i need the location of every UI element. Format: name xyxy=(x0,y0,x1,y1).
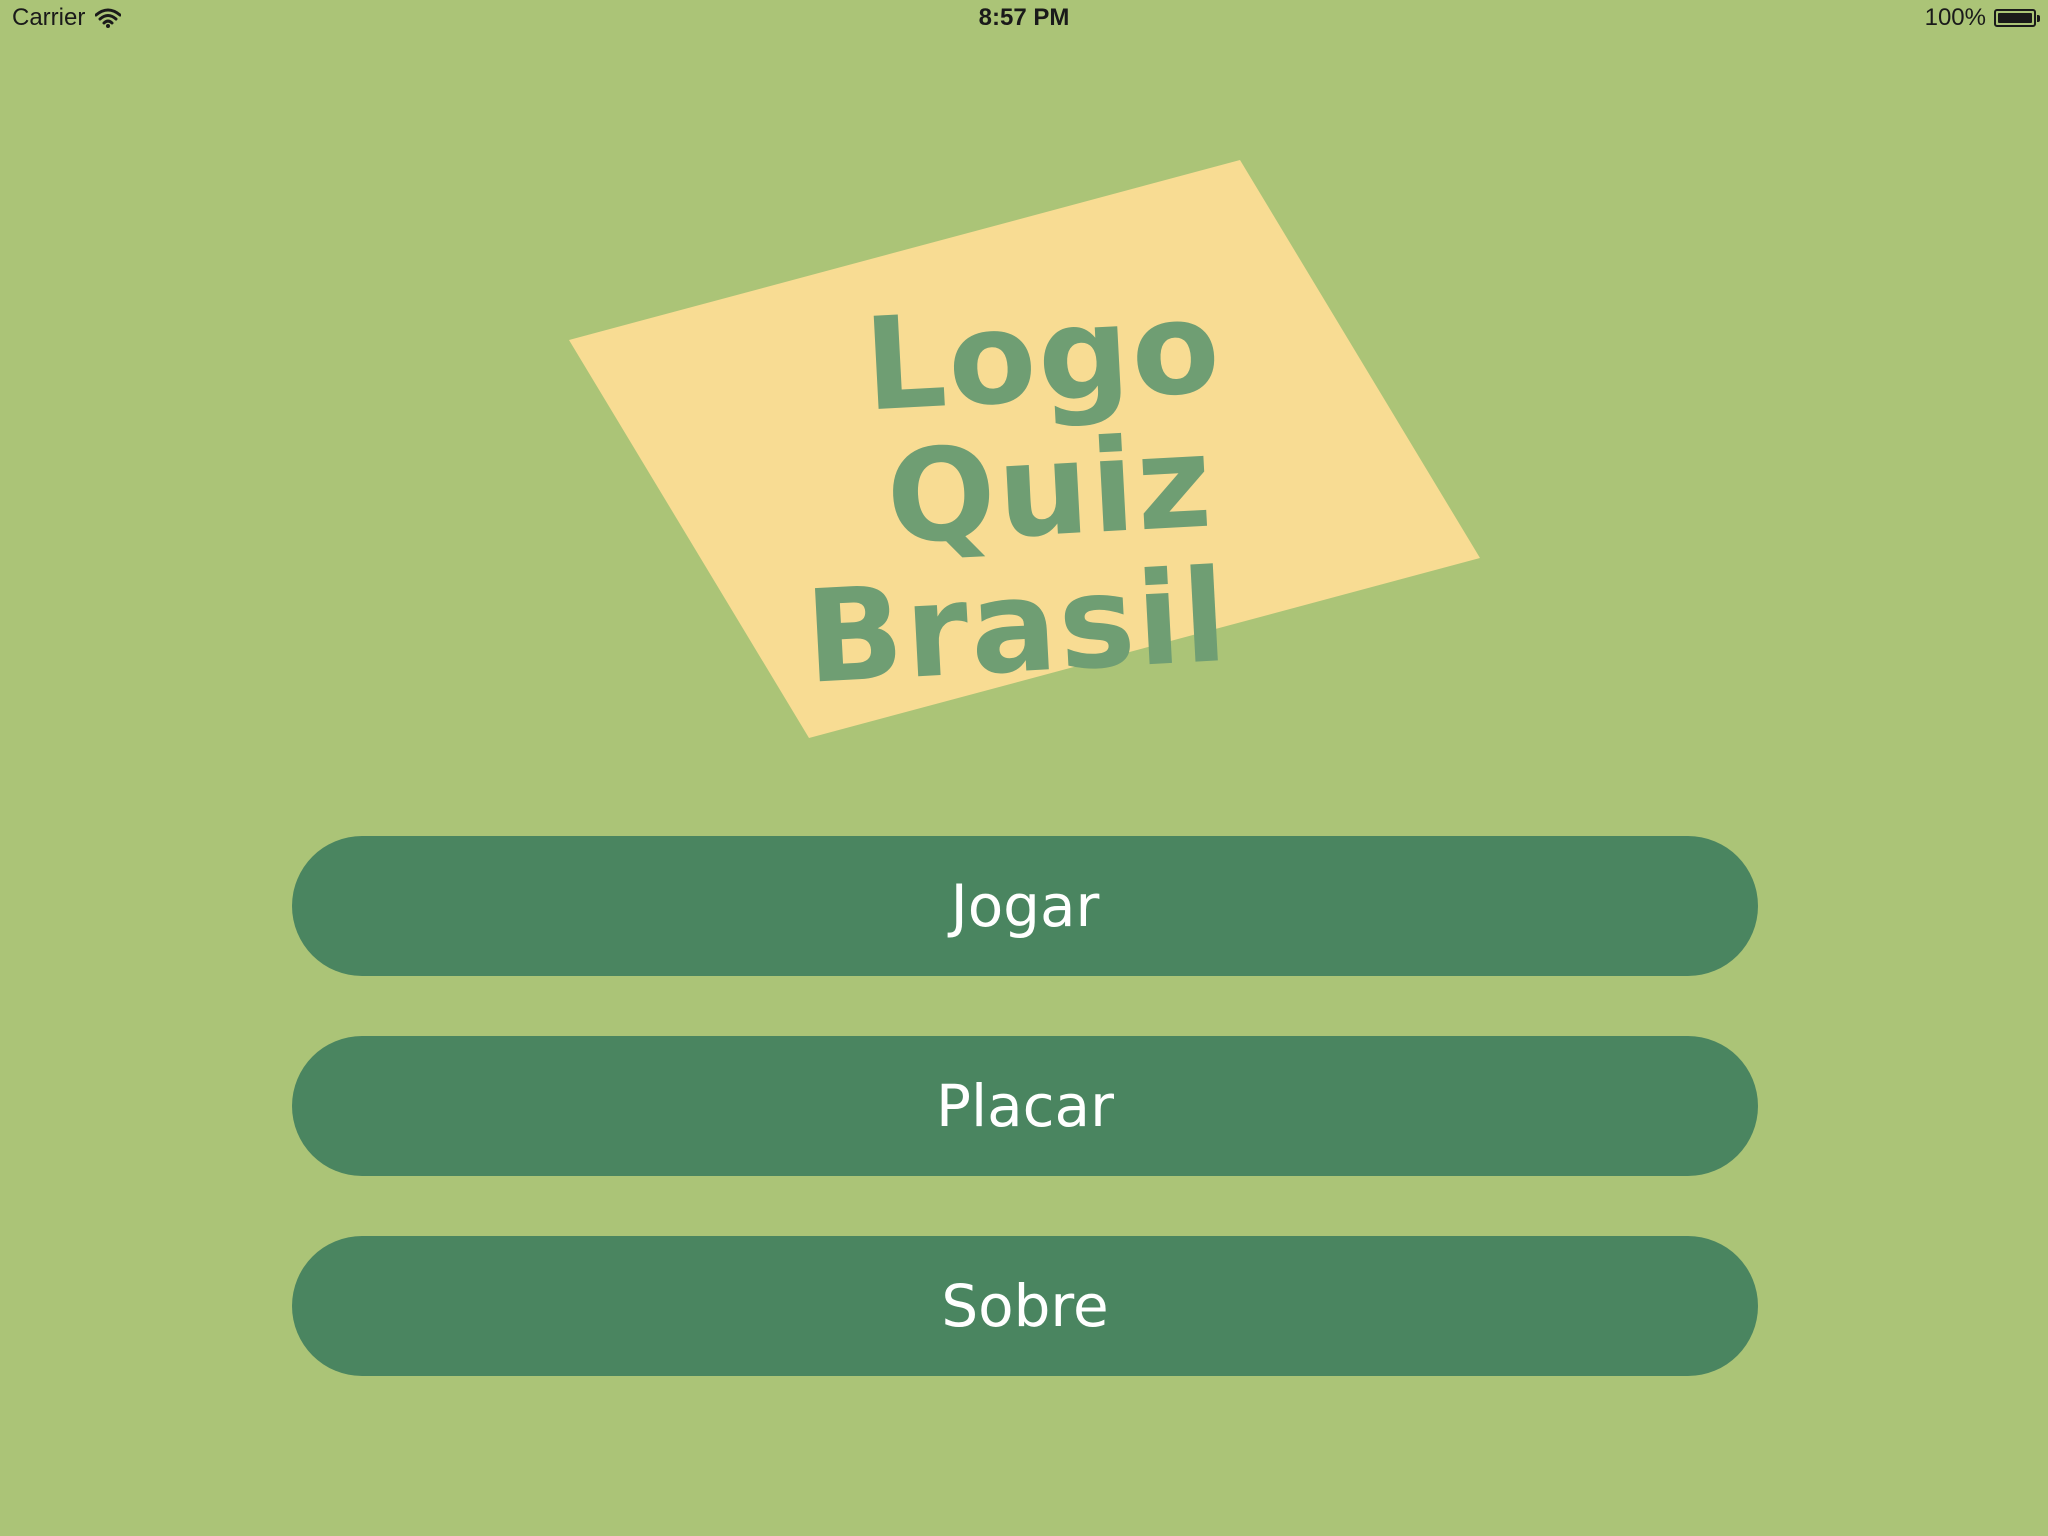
battery-icon xyxy=(1994,9,2040,27)
status-bar: Carrier 8:57 PM 100% xyxy=(0,0,2048,40)
about-button[interactable]: Sobre xyxy=(292,1236,1758,1376)
logo-title: Logo Quiz Brasil xyxy=(730,272,1370,713)
status-time: 8:57 PM xyxy=(978,4,1070,31)
logo-title-line1: Logo Quiz xyxy=(860,272,1226,574)
battery-percent: 100% xyxy=(1924,4,1986,31)
logo: Logo Quiz Brasil xyxy=(0,0,2048,800)
battery-fill xyxy=(1998,13,2032,23)
logo-card-shape xyxy=(569,160,1480,738)
logo-title-line2: Brasil xyxy=(801,541,1233,713)
scoreboard-button[interactable]: Placar xyxy=(292,1036,1758,1176)
status-right: 100% xyxy=(1924,4,2040,32)
play-button[interactable]: Jogar xyxy=(292,836,1758,976)
